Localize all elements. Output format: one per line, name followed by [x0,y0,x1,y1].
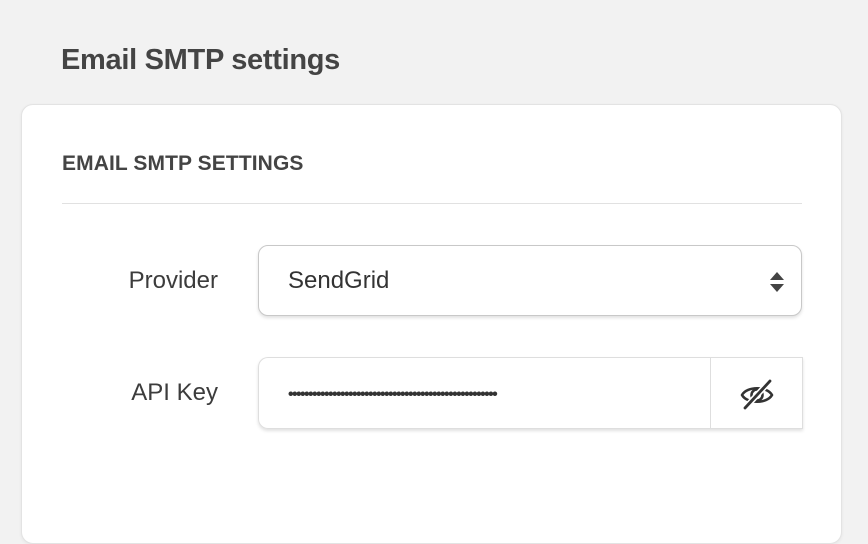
smtp-settings-card: EMAIL SMTP SETTINGS Provider SendGrid AP… [21,104,842,544]
select-arrows-icon [770,272,784,292]
api-key-input-group: ••••••••••••••••••••••••••••••••••••••••… [258,357,803,429]
api-key-label: API Key [131,379,218,406]
provider-select[interactable]: SendGrid [258,245,802,316]
card-header: EMAIL SMTP SETTINGS [62,152,304,175]
page-title: Email SMTP settings [61,44,341,76]
api-key-input[interactable]: ••••••••••••••••••••••••••••••••••••••••… [258,357,711,429]
toggle-visibility-button[interactable] [710,357,803,429]
eye-slash-icon [740,378,774,410]
provider-selected-value: SendGrid [288,267,390,294]
provider-label: Provider [128,267,218,294]
header-divider [62,203,802,204]
api-key-masked-value: ••••••••••••••••••••••••••••••••••••••••… [288,386,498,403]
